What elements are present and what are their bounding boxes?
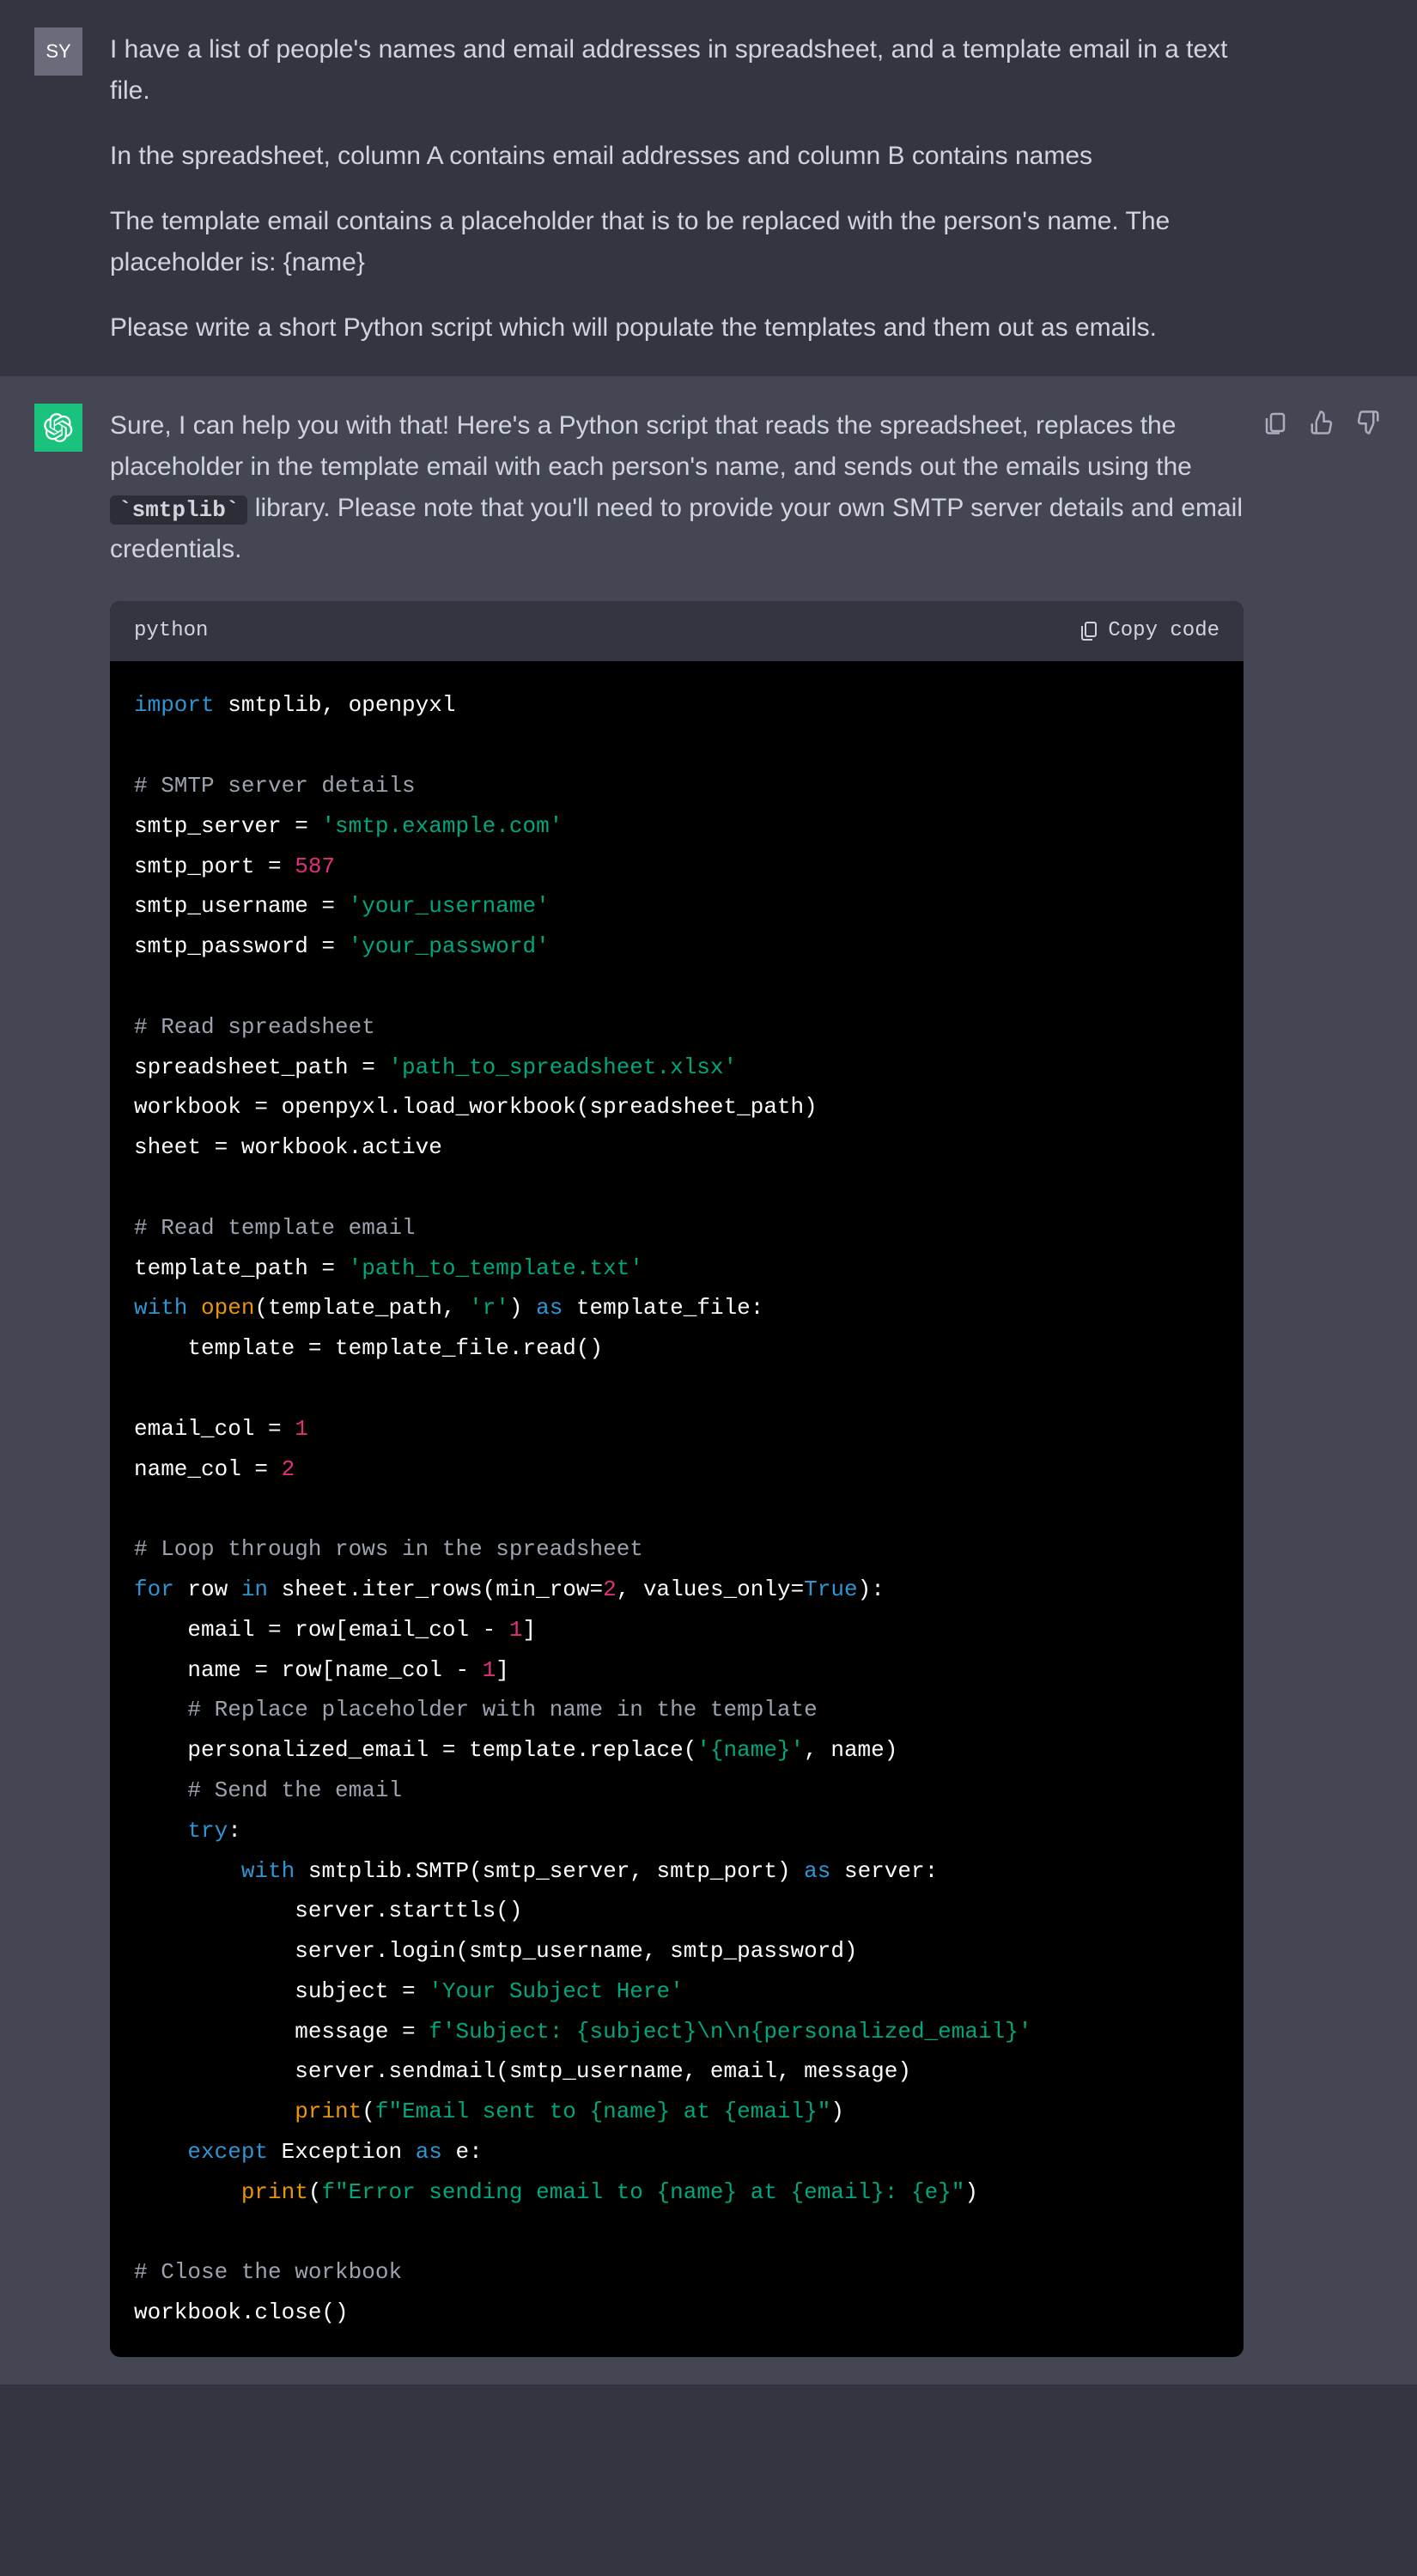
assistant-intro-prefix: Sure, I can help you with that! Here's a… bbox=[110, 411, 1192, 481]
user-message-content: I have a list of people's names and emai… bbox=[110, 27, 1244, 349]
inline-code-smtplib: `smtplib` bbox=[110, 495, 247, 525]
user-paragraph: The template email contains a placeholde… bbox=[110, 201, 1244, 283]
copy-code-button[interactable]: Copy code bbox=[1079, 615, 1219, 647]
user-avatar: SY bbox=[34, 27, 82, 76]
thumbs-up-button[interactable] bbox=[1309, 407, 1335, 448]
user-message-row: SY I have a list of people's names and e… bbox=[0, 0, 1417, 376]
assistant-message-row: Sure, I can help you with that! Here's a… bbox=[0, 376, 1417, 2385]
assistant-avatar bbox=[34, 404, 82, 452]
assistant-intro-paragraph: Sure, I can help you with that! Here's a… bbox=[110, 405, 1244, 570]
feedback-icon-group bbox=[1262, 407, 1381, 448]
thumbs-down-button[interactable] bbox=[1355, 407, 1381, 448]
code-block-body[interactable]: import smtplib, openpyxl # SMTP server d… bbox=[110, 661, 1244, 2357]
user-paragraph: I have a list of people's names and emai… bbox=[110, 29, 1244, 112]
thumbs-down-icon bbox=[1355, 410, 1381, 435]
user-avatar-initials: SY bbox=[46, 40, 70, 63]
code-block-header: python Copy code bbox=[110, 601, 1244, 661]
clipboard-icon bbox=[1262, 410, 1288, 435]
openai-logo-icon bbox=[44, 413, 73, 442]
thumbs-up-icon bbox=[1309, 410, 1335, 435]
user-paragraph: Please write a short Python script which… bbox=[110, 307, 1244, 349]
assistant-intro-suffix: library. Please note that you'll need to… bbox=[110, 494, 1243, 563]
code-block: python Copy code import smtplib, openpyx… bbox=[110, 601, 1244, 2357]
copy-response-button[interactable] bbox=[1262, 407, 1288, 448]
user-paragraph: In the spreadsheet, column A contains em… bbox=[110, 136, 1244, 177]
code-language-label: python bbox=[134, 615, 208, 647]
copy-code-label: Copy code bbox=[1108, 615, 1219, 647]
assistant-message-content: Sure, I can help you with that! Here's a… bbox=[110, 404, 1244, 2357]
clipboard-icon bbox=[1079, 621, 1099, 641]
